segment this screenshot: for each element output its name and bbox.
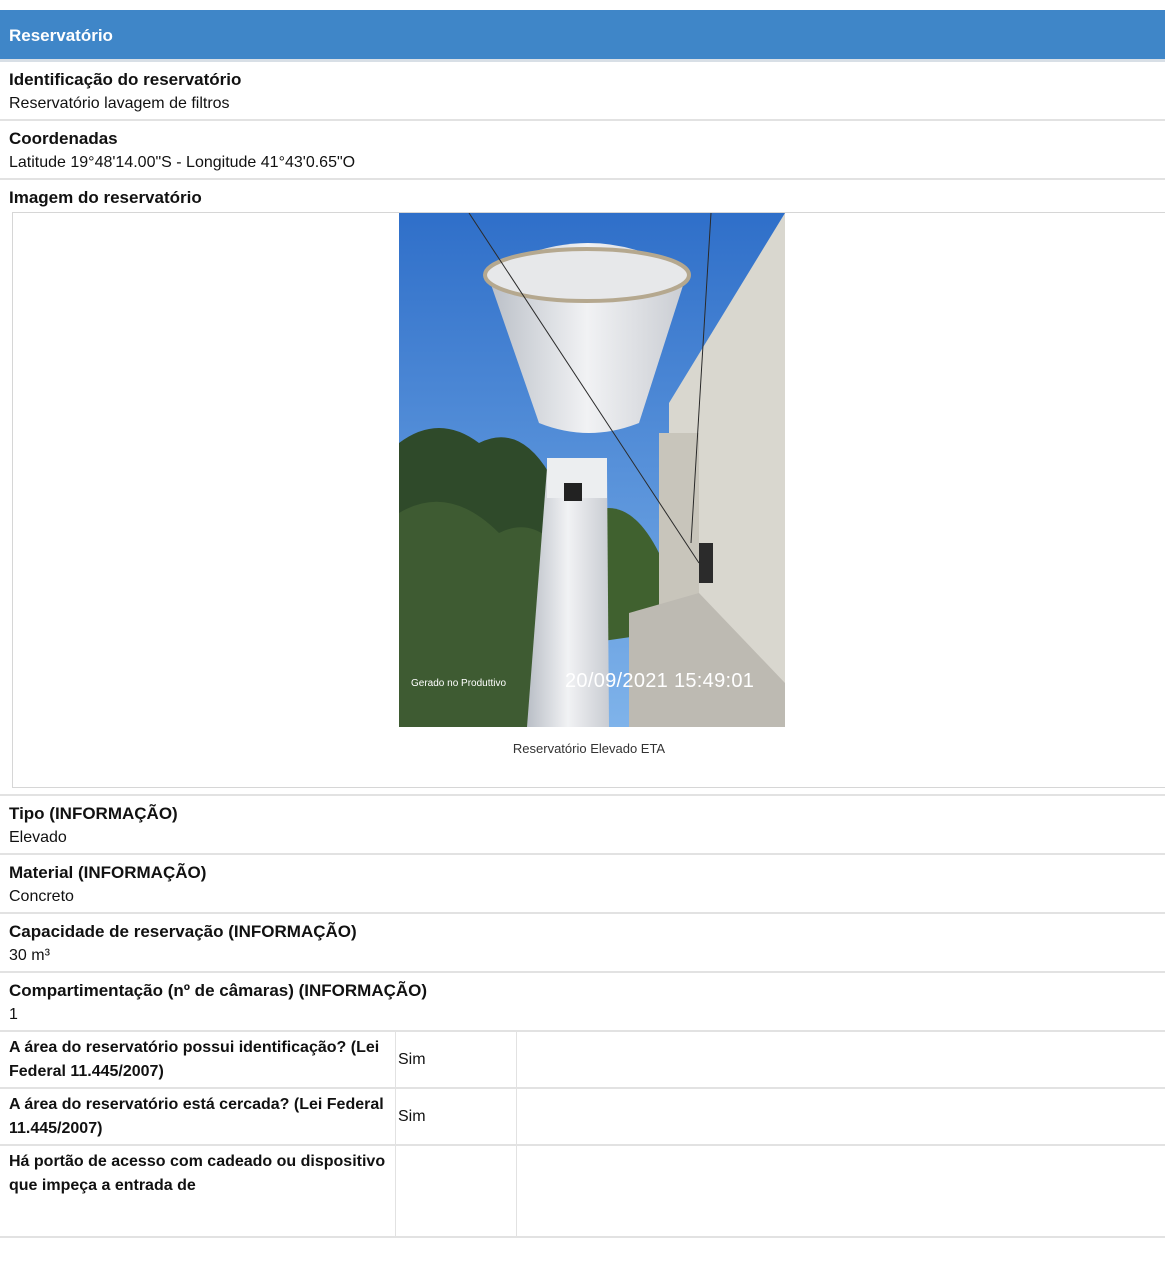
photo-watermark: Gerado no Produttivo <box>411 678 507 689</box>
question-row: A área do reservatório está cercada? (Le… <box>0 1089 1165 1146</box>
section-title: Reservatório <box>9 26 113 45</box>
answer-notes <box>517 1089 1165 1144</box>
answer-text <box>396 1146 517 1236</box>
section-header: Reservatório <box>0 10 1165 62</box>
field-value: 30 m³ <box>9 947 50 964</box>
field-label: Identificação do reservatório <box>9 70 242 89</box>
field-tipo: Tipo (INFORMAÇÃO) Elevado <box>0 796 1165 855</box>
question-row: Há portão de acesso com cadeado ou dispo… <box>0 1146 1165 1238</box>
field-coordenadas: Coordenadas Latitude 19°48'14.00"S - Lon… <box>0 121 1165 180</box>
answer-notes <box>517 1146 1165 1236</box>
answer-text: Sim <box>396 1032 517 1087</box>
field-compartimentacao: Compartimentação (nº de câmaras) (INFORM… <box>0 973 1165 1032</box>
field-label: Imagem do reservatório <box>9 188 202 207</box>
question-text: Há portão de acesso com cadeado ou dispo… <box>0 1146 396 1236</box>
field-value: 1 <box>9 1006 18 1023</box>
field-label: Tipo (INFORMAÇÃO) <box>9 804 178 823</box>
field-identificacao: Identificação do reservatório Reservatór… <box>0 62 1165 121</box>
photo-timestamp: 20/09/2021 15:49:01 <box>565 670 755 692</box>
question-row: A área do reservatório possui identifica… <box>0 1032 1165 1089</box>
field-value: Latitude 19°48'14.00"S - Longitude 41°43… <box>9 154 356 171</box>
image-caption: Reservatório Elevado ETA <box>512 741 666 756</box>
field-label: Compartimentação (nº de câmaras) (INFORM… <box>9 981 428 1000</box>
field-label: Capacidade de reservação (INFORMAÇÃO) <box>9 922 357 941</box>
field-value: Reservatório lavagem de filtros <box>9 95 230 112</box>
question-text: A área do reservatório possui identifica… <box>0 1032 396 1087</box>
field-label: Coordenadas <box>9 129 118 148</box>
question-text: A área do reservatório está cercada? (Le… <box>0 1089 396 1144</box>
field-material: Material (INFORMAÇÃO) Concreto <box>0 855 1165 914</box>
field-capacidade: Capacidade de reservação (INFORMAÇÃO) 30… <box>0 914 1165 973</box>
field-value: Concreto <box>9 888 74 905</box>
answer-text: Sim <box>396 1089 517 1144</box>
answer-notes <box>517 1032 1165 1087</box>
top-gap <box>0 0 1165 10</box>
field-label: Material (INFORMAÇÃO) <box>9 863 207 882</box>
field-imagem: Imagem do reservatório Gerado no Produtt… <box>0 180 1165 796</box>
reservoir-photo[interactable] <box>399 213 785 727</box>
image-frame: Gerado no Produttivo 20/09/2021 15:49:01… <box>12 212 1165 788</box>
field-value: Elevado <box>9 829 67 846</box>
